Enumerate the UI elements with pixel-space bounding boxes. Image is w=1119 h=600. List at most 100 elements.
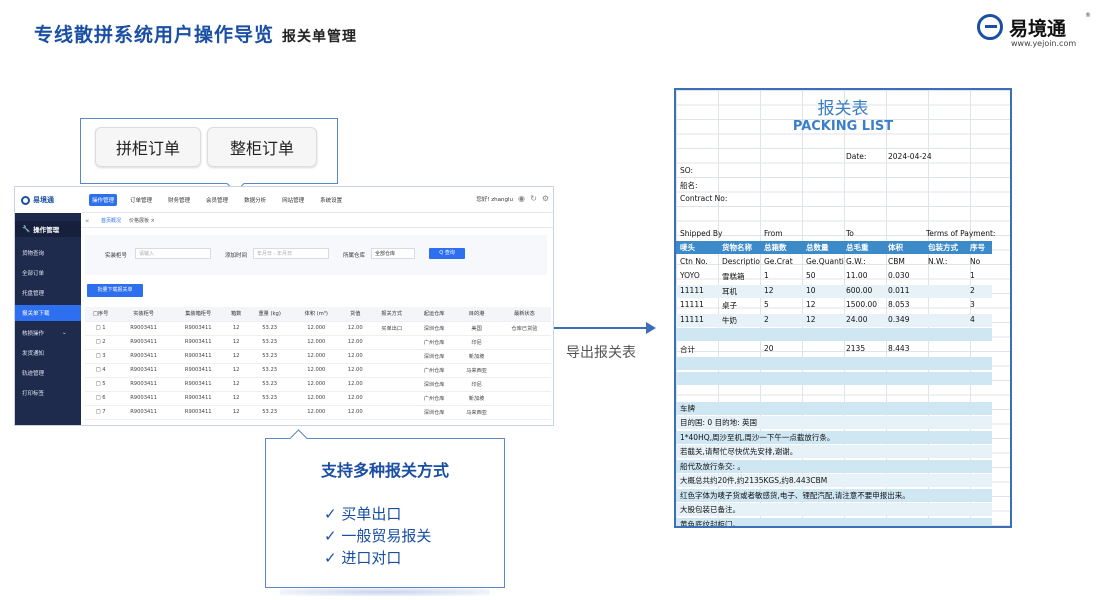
table-cell: 新加坡 (455, 391, 498, 406)
table-cell: 12.00 (340, 321, 371, 336)
packing-note: 红色字体为唛子货或者敏感货,电子、锂配汽配,请注意不要申报出来。 (680, 490, 910, 500)
table-cell: 12 (225, 377, 247, 392)
sidebar-item-cargo[interactable]: 货物查询 (15, 245, 81, 261)
sidebar-item-notice[interactable]: 发货通知 (15, 345, 81, 361)
sidebar-item-track[interactable]: 轨迹管理 (15, 365, 81, 381)
cn-header: 包装方式 (928, 243, 958, 252)
fcl-order-pill[interactable]: 整柜订单 (207, 127, 317, 167)
user-greeting[interactable]: 您好! zhanglu (476, 195, 513, 203)
packing-cell: 桌子 (722, 301, 737, 310)
table-cell[interactable]: □ 2 (85, 335, 117, 350)
total-cbm: 8.443 (888, 344, 910, 353)
table-row[interactable]: □ 7 R9003411 R9003411 12 53.23 12.000 12.00 深圳仓… (85, 405, 551, 420)
table-cell[interactable]: □ 4 (85, 363, 117, 378)
menu-settings[interactable]: 系统设置 (317, 194, 345, 206)
packing-note: 车牌 (680, 403, 695, 413)
tab-price[interactable]: 价格展板 × (129, 217, 155, 224)
table-cell: R9003411 (116, 321, 171, 336)
total-cartons: 20 (764, 344, 774, 353)
menu-operation[interactable]: 操作管理 (89, 193, 118, 206)
packing-title-en: PACKING LIST (792, 119, 894, 134)
table-cell: 12.000 (292, 349, 341, 364)
table-cell[interactable]: □ 5 (85, 377, 117, 392)
table-row[interactable]: □ 3 R9003411 R9003411 12 53.23 12.000 12.00 深圳仓… (85, 349, 551, 364)
table-cell: 12 (225, 321, 247, 336)
table-cell: R9003411 (116, 349, 171, 364)
packing-cell: 11111 (680, 300, 704, 309)
th-status: 最新状态 (497, 307, 551, 322)
settings-icon[interactable]: ⚙ (542, 194, 549, 203)
table-row[interactable]: □ 1 R9003411 R9003411 12 53.23 12.000 12.00 买单出… (85, 321, 551, 336)
waybill-input[interactable]: 请输入 (135, 248, 211, 259)
table-row[interactable]: □ 4 R9003411 R9003411 12 53.23 12.000 12.00 广州仓… (85, 363, 551, 378)
total-gw: 2135 (846, 344, 866, 353)
sidebar-item-pallet[interactable]: 托盘管理 (15, 285, 81, 301)
compass-icon[interactable]: ◉ (518, 194, 525, 203)
cn-header: 货物名称 (722, 243, 752, 252)
table-cell: 美国 (455, 321, 498, 336)
table-cell: 53.23 (246, 335, 293, 350)
export-label: 导出报关表 (566, 345, 636, 361)
menu-finance[interactable]: 财务管理 (165, 194, 193, 206)
table-cell: 53.23 (246, 349, 293, 364)
time-range-input[interactable]: 年月日 - 年月日 (253, 248, 329, 259)
app-logo: 易境通 (15, 187, 81, 213)
th-index[interactable]: □序号 (85, 307, 117, 322)
en-header: Ctn No. (680, 257, 708, 266)
lcl-order-pill[interactable]: 拼柜订单 (95, 127, 201, 167)
packing-cell: 0.349 (888, 314, 910, 324)
menu-analytics[interactable]: 数据分析 (241, 194, 269, 206)
table-cell[interactable]: □ 1 (85, 321, 117, 336)
table-cell: 12.000 (292, 405, 341, 420)
tab-home[interactable]: 首页概况 (101, 217, 121, 224)
table-row[interactable]: □ 5 R9003411 R9003411 12 53.23 12.000 12.00 深圳仓… (85, 377, 551, 392)
table-cell (370, 349, 413, 364)
customs-methods-callout: 支持多种报关方式 ✓ 买单出口 ✓ 一般贸易报关 ✓ 进口对口 (265, 438, 505, 588)
table-cell: 53.23 (246, 391, 293, 406)
sidebar-item-inspect[interactable]: 核损操作 ⌄ (15, 325, 81, 341)
packing-note: 1*40HQ,周沙至机,周沙一下午一点截放行条。 (680, 432, 835, 442)
packing-note: 大概总共约20件,约2135KGS,约8.443CBM (680, 476, 828, 485)
table-cell (370, 377, 413, 392)
collapse-icon[interactable]: « (85, 217, 89, 225)
packing-cell: 11111 (680, 314, 704, 324)
table-cell: 12 (225, 335, 247, 350)
cn-header: 总箱数 (764, 243, 787, 252)
table-cell[interactable]: □ 7 (85, 405, 117, 420)
cn-header: 总数量 (806, 243, 829, 252)
sidebar-item-customs[interactable]: 报关单下载 (15, 305, 81, 321)
query-button[interactable]: Q 查询 (429, 248, 465, 259)
packing-cell: 1 (764, 271, 769, 280)
table-cell: 仓库已货验 (497, 321, 551, 336)
packing-cell: 11111 (680, 285, 704, 295)
sidebar-item-orders[interactable]: 全部订单 (15, 265, 81, 281)
th-value: 货值 (340, 307, 371, 322)
warehouse-select[interactable]: 全部仓库 (371, 248, 415, 259)
table-cell (370, 363, 413, 378)
packing-title-cn: 报关表 (817, 99, 869, 119)
table-cell[interactable]: □ 6 (85, 391, 117, 406)
en-header: G.W.: (846, 257, 866, 266)
table-cell: R9003411 (170, 335, 226, 350)
so-label: SO: (680, 166, 694, 175)
table-cell: R9003411 (116, 363, 171, 378)
menu-website[interactable]: 网站管理 (279, 194, 307, 206)
row-shading (676, 328, 992, 341)
sidebar-item-print[interactable]: 打印标签 (15, 385, 81, 401)
table-row[interactable]: □ 6 R9003411 R9003411 12 53.23 12.000 12.00 广州仓… (85, 391, 551, 406)
th-customs: 报关方式 (370, 307, 413, 322)
menu-orders[interactable]: 订单管理 (127, 194, 155, 206)
table-row[interactable]: □ 2 R9003411 R9003411 12 53.23 12.000 12.00 广州仓… (85, 335, 551, 350)
table-cell: 深圳仓库 (412, 349, 456, 364)
sidebar-header[interactable]: 🔧 操作管理 (15, 221, 81, 237)
waybill-label: 实装柜号 (105, 253, 128, 259)
refresh-icon[interactable]: ↻ (530, 194, 537, 203)
table-cell: 53.23 (246, 363, 293, 378)
packing-list-sheet: 报关表 PACKING LIST Date: 2024-04-24 SO: 船名… (674, 88, 1012, 528)
table-cell[interactable]: □ 3 (85, 349, 117, 364)
table-cell: 12.00 (340, 349, 371, 364)
table-cell: R9003411 (116, 391, 171, 406)
batch-download-button[interactable]: 批量下载报关单 (87, 284, 143, 297)
table-cell: 53.23 (246, 405, 293, 420)
menu-members[interactable]: 会员管理 (203, 194, 231, 206)
